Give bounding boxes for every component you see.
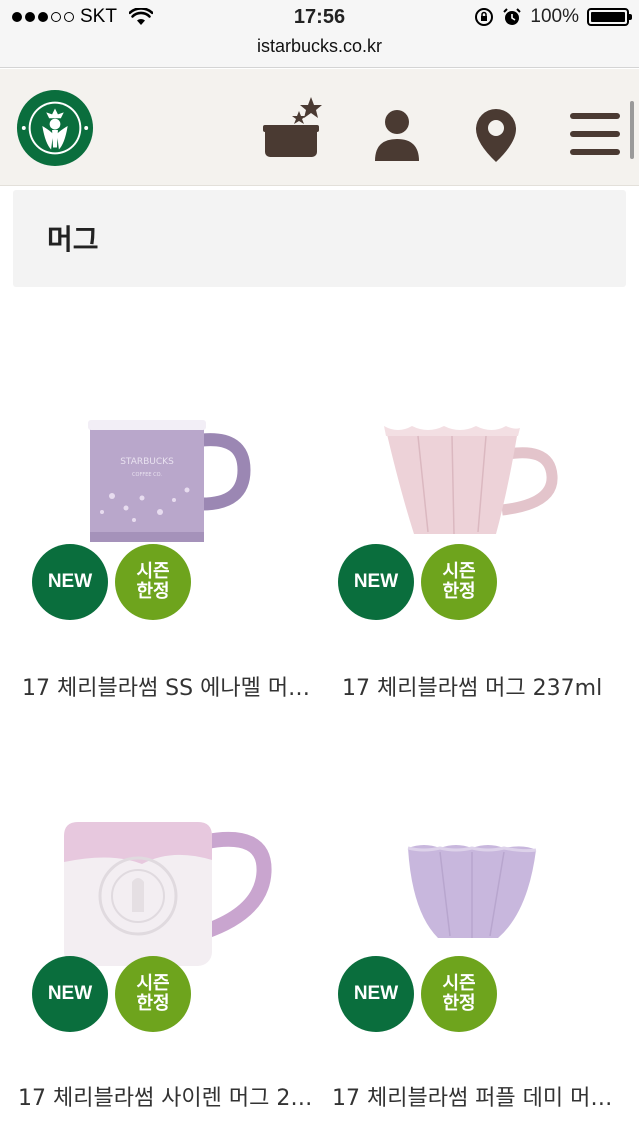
category-header: 머그 <box>13 190 626 287</box>
battery-icon <box>587 8 632 26</box>
season-limited-badge: 시즌 한정 <box>421 544 497 620</box>
badge-text-line2: 한정 <box>136 993 170 1014</box>
new-badge: NEW <box>32 544 108 620</box>
badge-text-line1: 시즌 <box>136 561 170 583</box>
product-name[interactable]: 17 체리블라썸 SS 에나멜 머… <box>22 670 314 702</box>
user-icon[interactable] <box>374 109 420 161</box>
location-pin-icon[interactable] <box>474 107 518 163</box>
badge-text-line1: 시즌 <box>442 973 476 995</box>
site-header <box>0 69 639 186</box>
product-card[interactable]: NEW 시즌 한정 17 체리블라썸 머그 237ml <box>328 400 628 710</box>
product-card[interactable]: STARBUCKS COFFEE CO. NEW 시즌 한정 17 체리블라썸 … <box>22 400 322 710</box>
season-limited-badge: 시즌 한정 <box>115 544 191 620</box>
badge-text-line2: 한정 <box>136 581 170 602</box>
status-right: 100% <box>474 6 632 28</box>
season-limited-badge: 시즌 한정 <box>115 956 191 1032</box>
page-title: 머그 <box>47 223 99 256</box>
scrollbar[interactable] <box>630 101 634 159</box>
season-limited-badge: 시즌 한정 <box>421 956 497 1032</box>
badge-text-line2: 한정 <box>442 581 476 602</box>
product-card[interactable]: NEW 시즌 한정 17 체리블라썸 사이렌 머그 2… <box>18 812 322 1122</box>
menu-icon[interactable] <box>570 111 620 157</box>
badge-text-line1: 시즌 <box>442 561 476 583</box>
new-badge: NEW <box>338 544 414 620</box>
svg-text:STARBUCKS: STARBUCKS <box>120 457 174 467</box>
product-name[interactable]: 17 체리블라썸 퍼플 데미 머… <box>332 1080 624 1112</box>
product-card[interactable]: NEW 시즌 한정 17 체리블라썸 퍼플 데미 머… <box>328 812 628 1122</box>
starbucks-logo-icon[interactable] <box>16 89 94 167</box>
address-bar-url[interactable]: istarbucks.co.kr <box>0 36 639 57</box>
new-badge: NEW <box>32 956 108 1032</box>
new-badge: NEW <box>338 956 414 1032</box>
badge-text-line2: 한정 <box>442 993 476 1014</box>
product-name[interactable]: 17 체리블라썸 머그 237ml <box>342 670 628 702</box>
rotation-lock-icon <box>475 8 494 26</box>
battery-percent: 100% <box>530 6 579 27</box>
badge-text-line1: 시즌 <box>136 973 170 995</box>
star-gift-icon[interactable] <box>263 95 325 161</box>
product-name[interactable]: 17 체리블라썸 사이렌 머그 2… <box>18 1080 314 1112</box>
alarm-icon <box>503 8 522 25</box>
svg-text:COFFEE CO.: COFFEE CO. <box>132 472 162 478</box>
status-bar: SKT 17:56 100% istarbucks.co.kr <box>0 0 639 68</box>
